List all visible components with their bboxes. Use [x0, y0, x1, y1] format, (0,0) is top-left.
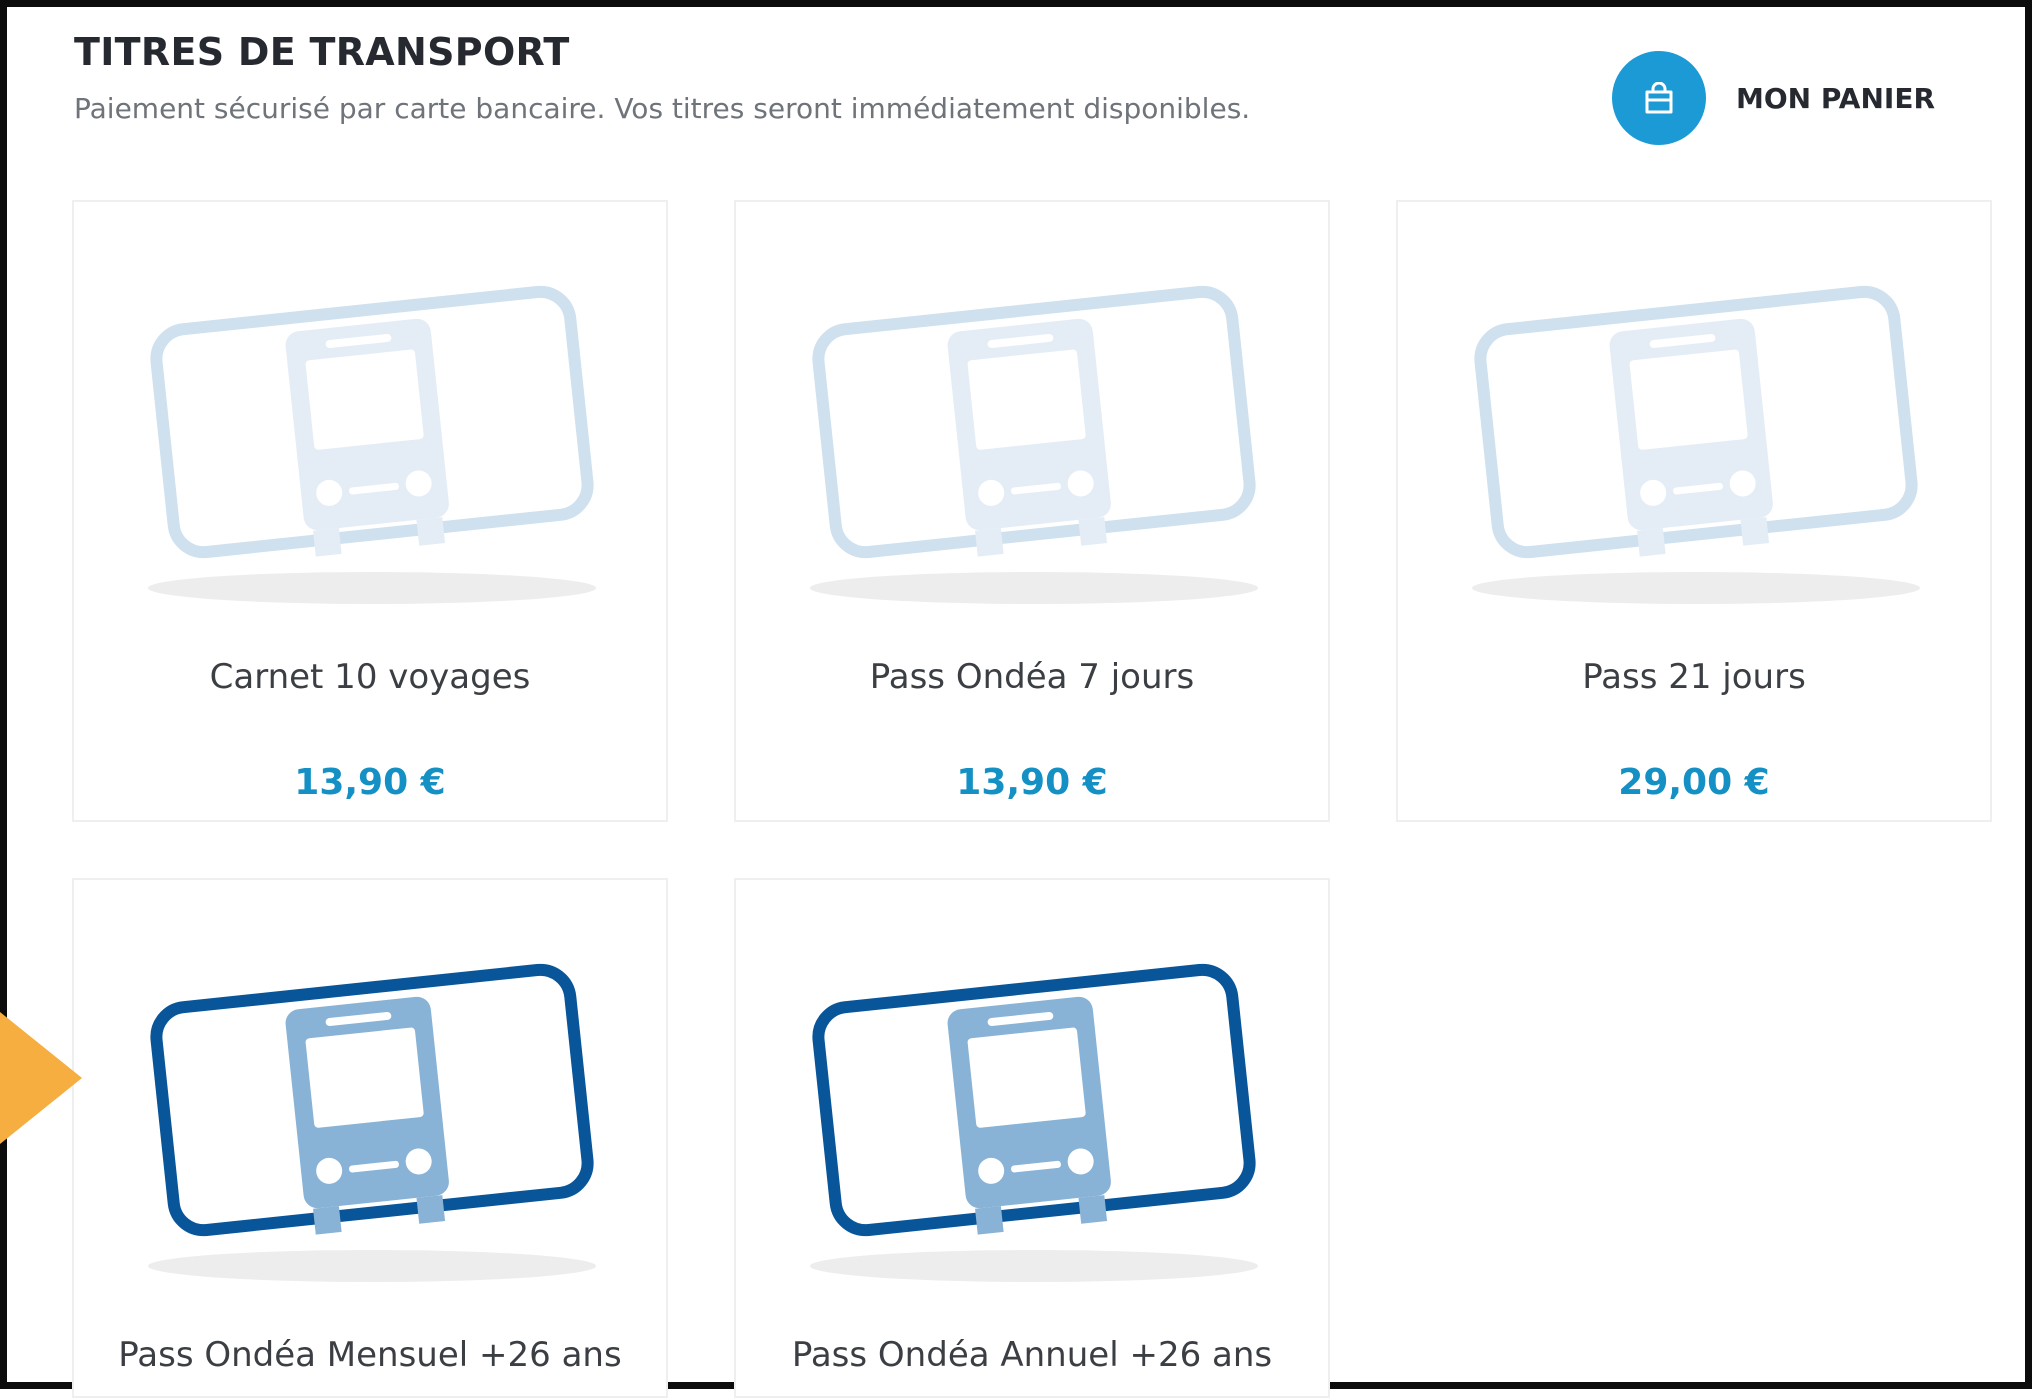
cart-label: MON PANIER: [1736, 81, 1936, 115]
page-subtitle: Paiement sécurisé par carte bancaire. Vo…: [74, 92, 1251, 125]
product-name: Pass 21 jours: [1582, 657, 1806, 697]
pointer-arrow: [0, 1012, 82, 1144]
product-card[interactable]: Pass 21 jours 29,00 €: [1396, 200, 1992, 822]
cart-button[interactable]: MON PANIER: [1612, 50, 1935, 146]
ticket-shadow: [1472, 572, 1920, 604]
product-price: 13,90 €: [294, 762, 446, 803]
bus-ticket-icon: [812, 285, 1256, 559]
product-name: Carnet 10 voyages: [209, 657, 531, 697]
product-name: Pass Ondéa Annuel +26 ans: [791, 1335, 1273, 1375]
ticket-shadow: [810, 1250, 1258, 1282]
ticket-shadow: [810, 572, 1258, 604]
bus-ticket-icon: [1474, 285, 1918, 559]
product-card[interactable]: Pass Ondéa Mensuel +26 ans: [72, 878, 668, 1398]
product-card[interactable]: Pass Ondéa Annuel +26 ans: [734, 878, 1330, 1398]
bus-ticket-icon: [812, 963, 1256, 1237]
bus-ticket-icon: [150, 963, 594, 1237]
product-card[interactable]: Pass Ondéa 7 jours 13,90 €: [734, 200, 1330, 822]
product-price: 13,90 €: [956, 762, 1108, 803]
page-title: TITRES DE TRANSPORT: [74, 30, 570, 74]
product-price: 29,00 €: [1618, 762, 1770, 803]
shopping-bag-icon: [1612, 51, 1706, 145]
product-card[interactable]: Carnet 10 voyages 13,90 €: [72, 200, 668, 822]
bus-ticket-icon: [150, 285, 594, 559]
ticket-shadow: [148, 572, 596, 604]
ticket-shadow: [148, 1250, 596, 1282]
product-name: Pass Ondéa Mensuel +26 ans: [118, 1335, 622, 1375]
product-name: Pass Ondéa 7 jours: [869, 657, 1195, 697]
